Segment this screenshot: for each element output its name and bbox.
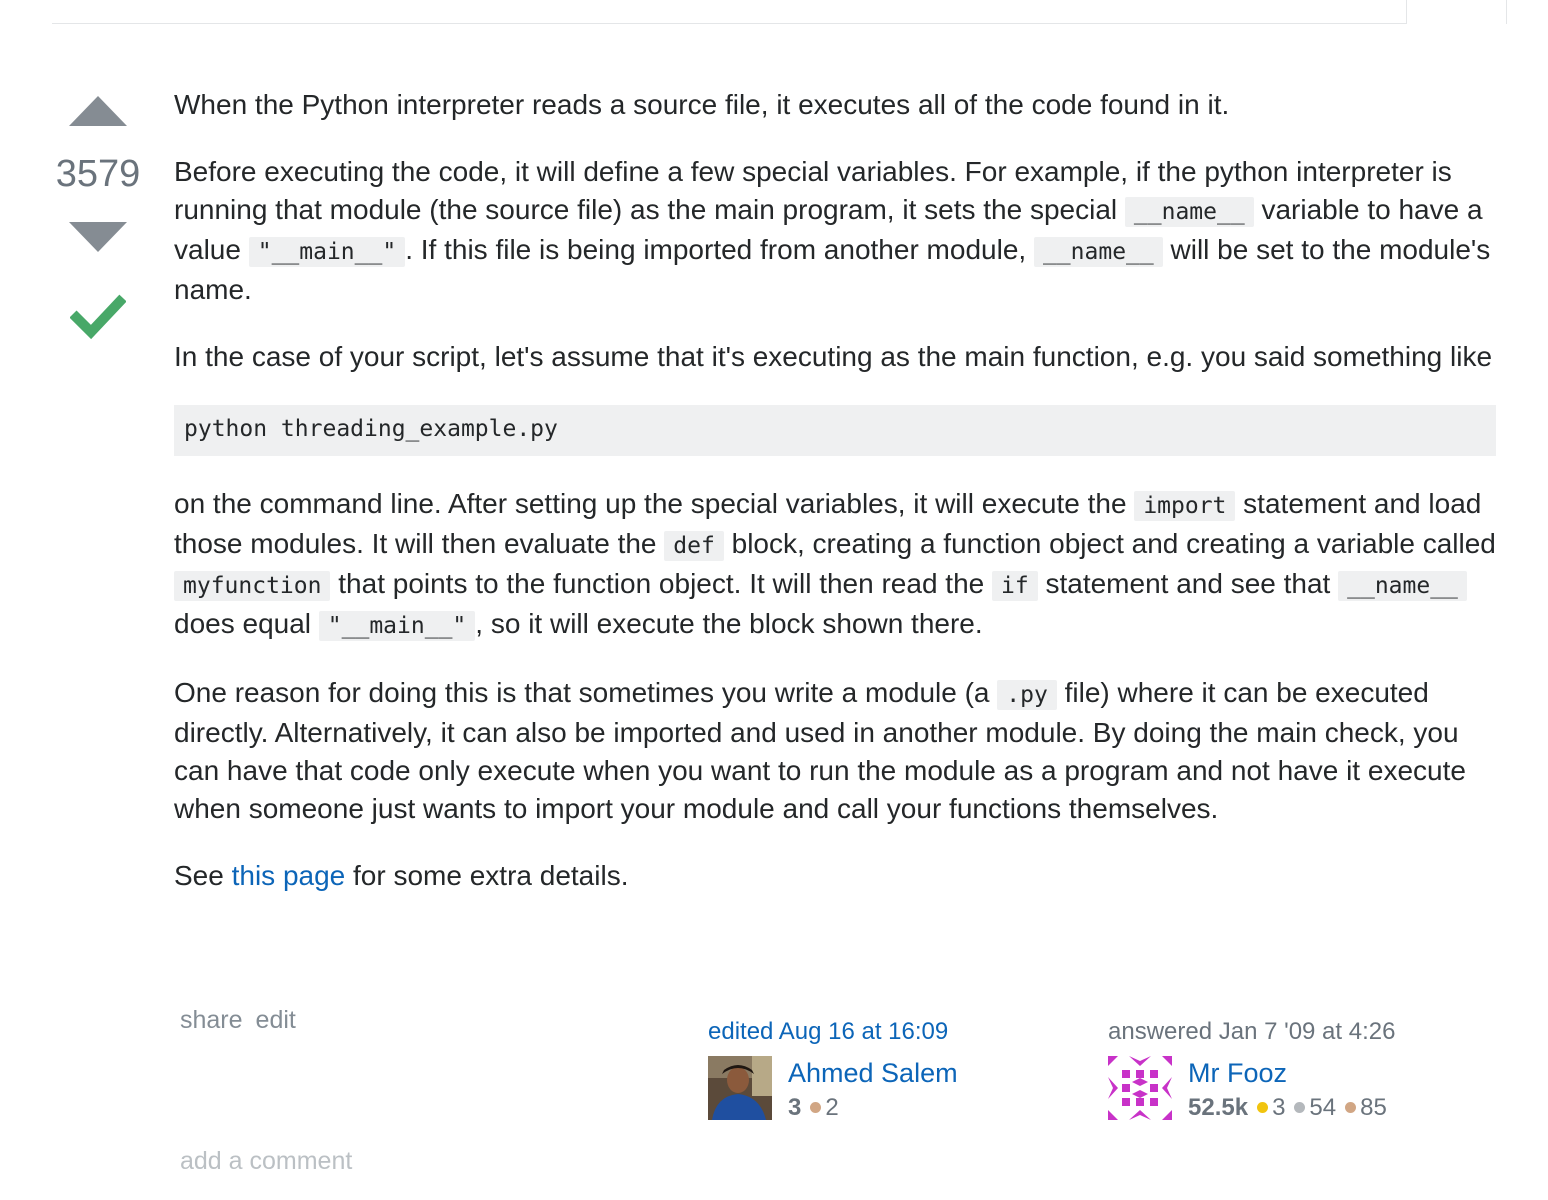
text: does equal [174,608,319,639]
editor-reputation: 32 [788,1092,839,1124]
vote-cell: 3579 [52,96,144,345]
accepted-checkmark-icon [69,294,127,340]
silver-count: 54 [1309,1094,1337,1121]
author-identicon-avatar[interactable] [1108,1056,1172,1120]
gold-badge-icon [1257,1102,1269,1114]
paragraph-4: on the command line. After setting up th… [174,485,1496,645]
editor-details: Ahmed Salem 32 [708,1056,958,1121]
inline-code: "__main__" [248,237,406,267]
inline-code: "__main__" [318,611,476,641]
edited-signature: edited Aug 16 at 16:09 Ahmed Salem 32 [708,1016,958,1121]
sidebar-divider [1506,0,1507,24]
inline-code: import [1134,491,1236,521]
reputation-score: 52.5k [1188,1094,1249,1121]
text: for some extra details. [345,860,629,891]
inline-code: myfunction [174,571,331,601]
paragraph-2: Before executing the code, it will defin… [174,153,1496,309]
inline-code: def [664,531,724,561]
answered-signature: answered Jan 7 '09 at 4:26 Mr Fooz 52.5k… [1108,1016,1396,1121]
downvote-arrow-icon[interactable] [69,222,127,252]
text: on the command line. After setting up th… [174,488,1135,519]
answered-time: answered Jan 7 '09 at 4:26 [1108,1018,1396,1045]
upvote-arrow-icon[interactable] [69,96,127,126]
top-divider [52,23,1407,24]
bronze-badge-icon [810,1102,822,1114]
author-details: Mr Fooz 52.5k 3 54 85 [1108,1056,1395,1121]
inline-code: __name__ [1124,197,1254,227]
share-link[interactable]: share [180,1006,243,1034]
paragraph-5: One reason for doing this is that someti… [174,674,1496,828]
vote-count: 3579 [55,153,141,195]
answer-body: When the Python interpreter reads a sour… [174,86,1496,924]
inline-code: if [992,571,1038,601]
bronze-count: 2 [825,1094,839,1121]
reputation-score: 3 [788,1094,802,1121]
paragraph-3: In the case of your script, let's assume… [174,338,1496,376]
text: See [174,860,232,891]
code-block: python threading_example.py [174,405,1496,456]
editor-avatar[interactable] [708,1056,772,1120]
inline-code: __name__ [1338,571,1467,601]
paragraph-1: When the Python interpreter reads a sour… [174,86,1496,124]
inline-code: __name__ [1033,237,1163,267]
add-comment-link[interactable]: add a comment [180,1147,352,1176]
bronze-badge-icon [1345,1102,1357,1114]
edit-link[interactable]: edit [256,1006,296,1034]
text: that points to the function object. It w… [330,568,992,599]
author-reputation: 52.5k 3 54 85 [1188,1092,1387,1124]
this-page-link[interactable]: this page [232,860,346,891]
post-menu: share edit [180,1006,309,1035]
text: , so it will execute the block shown the… [475,608,983,639]
text: One reason for doing this is that someti… [174,677,998,708]
text: block, creating a function object and cr… [723,528,1496,559]
top-divider-end [1406,0,1407,24]
text: When the Python interpreter reads a sour… [174,89,1230,120]
text: In the case of your script, let's assume… [174,341,1493,372]
inline-code: .py [997,680,1057,710]
editor-name-link[interactable]: Ahmed Salem [788,1056,958,1090]
text: statement and see that [1037,568,1339,599]
bronze-count: 85 [1360,1094,1387,1121]
text: . If this file is being imported from an… [405,234,1034,265]
author-name-link[interactable]: Mr Fooz [1188,1056,1287,1090]
silver-badge-icon [1294,1102,1306,1114]
paragraph-6: See this page for some extra details. [174,857,1496,895]
edited-time-link[interactable]: edited Aug 16 at 16:09 [708,1016,948,1048]
gold-count: 3 [1272,1094,1286,1121]
